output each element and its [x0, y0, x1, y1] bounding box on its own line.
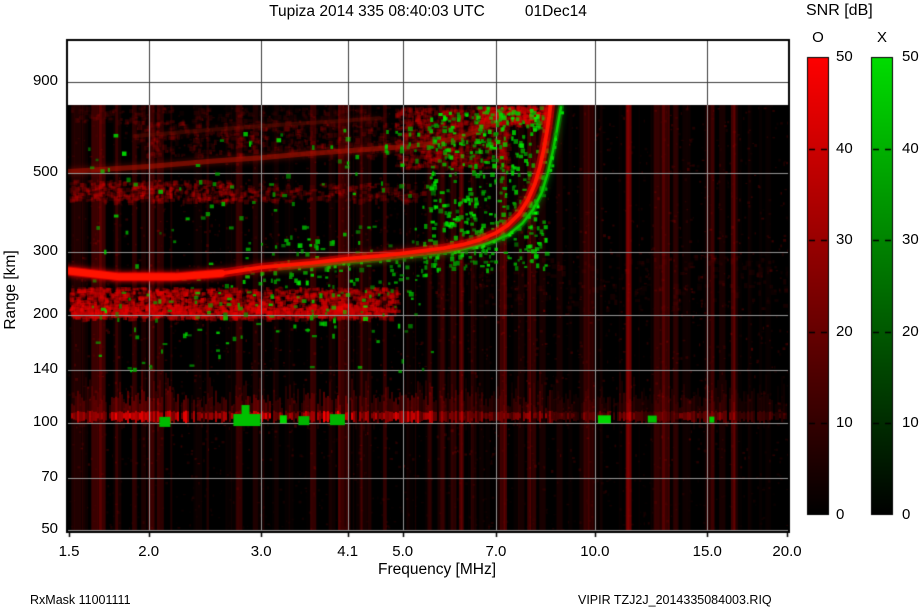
colorbar-o-tick-label: 50 [836, 48, 853, 65]
colorbar-x-tick-label: 0 [902, 506, 911, 523]
ionogram-plot-canvas [0, 0, 922, 614]
y-axis-tick-label: 900 [32, 72, 58, 89]
colorbar-x-tick-label: 50 [902, 48, 919, 65]
colorbar-x-tick-label: 20 [902, 322, 919, 340]
x-axis-tick-label: 7.0 [485, 543, 507, 560]
rxmask-label: RxMask 11001111 [30, 593, 131, 607]
filename-label: VIPIR TZJ2J_2014335084003.RIQ [578, 593, 772, 607]
colorbar-x-label: X [876, 29, 887, 46]
x-axis-tick-label: 5.0 [392, 543, 414, 560]
x-axis-tick-label: 10.0 [580, 543, 610, 560]
colorbar-o-tick-label: 0 [836, 506, 845, 523]
x-axis-tick-label: 3.0 [250, 543, 272, 560]
x-axis-tick-label: 2.0 [138, 543, 160, 560]
plot-title: Tupiza 2014 335 08:40:03 UTC [269, 3, 485, 20]
x-axis-title: Frequency [MHz] [377, 561, 497, 578]
y-axis-tick-label: 200 [32, 305, 58, 323]
colorbar-x-tick-label: 40 [902, 139, 919, 157]
colorbar-x-tick-label: 10 [902, 414, 919, 432]
colorbar-x-tick-label: 30 [902, 231, 919, 249]
x-axis-tick-label: 4.1 [337, 543, 359, 560]
plot-date: 01Dec14 [524, 3, 587, 20]
y-axis-tick-label: 70 [41, 467, 58, 485]
y-axis-tick-label: 50 [41, 520, 58, 537]
y-axis-tick-label: 140 [32, 360, 58, 378]
colorbar-o-label: O [812, 29, 824, 46]
plot-title-row: Tupiza 2014 335 08:40:03 UTC 01Dec14 [67, 3, 789, 21]
colorbar-title: SNR [dB] [806, 2, 873, 19]
colorbar-o-tick-label: 20 [836, 322, 853, 340]
x-axis-tick-label: 20.0 [772, 543, 802, 560]
y-axis-tick-label: 500 [32, 163, 58, 181]
ionogram-screen: Tupiza 2014 335 08:40:03 UTC 01Dec14 SNR… [0, 0, 922, 614]
y-axis-tick-label: 100 [32, 412, 58, 430]
colorbar-o-tick-label: 10 [836, 414, 853, 432]
x-axis-tick-label: 1.5 [58, 543, 80, 560]
y-axis-tick-label: 300 [32, 242, 58, 260]
colorbar-o-tick-label: 30 [836, 231, 853, 249]
x-axis-tick-label: 15.0 [692, 543, 722, 560]
colorbar-o-tick-label: 40 [836, 139, 853, 157]
